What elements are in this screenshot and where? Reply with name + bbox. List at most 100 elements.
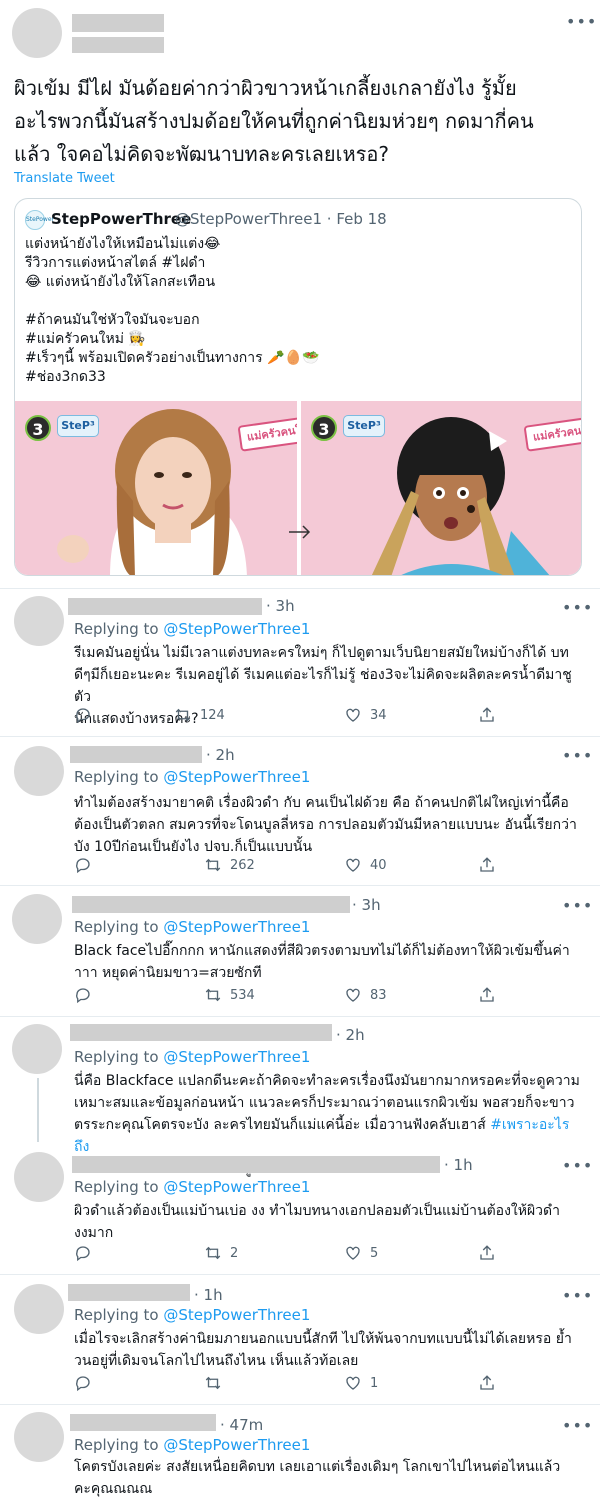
- author-handle-redacted[interactable]: [72, 37, 164, 53]
- quoted-hashtag-line[interactable]: #ถ้าคนมันใช่หัวใจมันจะบอก: [25, 311, 200, 329]
- thread-connector-line: [37, 1078, 39, 1142]
- reply-time[interactable]: · 2h: [336, 1026, 365, 1044]
- reply-actions: 534 83: [74, 986, 504, 1006]
- heart-icon[interactable]: 40: [344, 856, 387, 874]
- reply-text-line: วนอยู่ที่เดิมจนโลกไปไหนถึงไหน เห็นแล้วท้…: [74, 1353, 359, 1369]
- replying-handle-link[interactable]: @StepPowerThree1: [163, 620, 310, 638]
- quoted-avatar: StePower: [25, 210, 54, 230]
- divider: [0, 1404, 600, 1405]
- share-icon[interactable]: [478, 1244, 496, 1262]
- replying-to: Replying to @StepPowerThree1: [74, 768, 311, 786]
- reply-time[interactable]: · 1h: [194, 1286, 223, 1304]
- reply-time[interactable]: · 1h: [444, 1156, 473, 1174]
- reply-actions: 1: [74, 1374, 504, 1394]
- replying-handle-link[interactable]: @StepPowerThree1: [163, 1436, 310, 1454]
- divider: [0, 1016, 600, 1017]
- replying-to: Replying to @StepPowerThree1: [74, 1178, 311, 1196]
- more-horizontal-icon[interactable]: •••: [562, 600, 593, 616]
- reply-avatar[interactable]: [12, 894, 62, 944]
- replying-handle-link[interactable]: @StepPowerThree1: [163, 1048, 310, 1066]
- reply-avatar[interactable]: [14, 746, 64, 796]
- retweet-icon[interactable]: 2: [204, 1244, 238, 1262]
- reply-text: เมื่อไรจะเลิกสร้างค่านิยมภายนอกแบบนี้สัก…: [74, 1328, 584, 1372]
- reply-actions: 262 40: [74, 856, 504, 876]
- more-horizontal-icon[interactable]: •••: [566, 14, 597, 30]
- tweet-text-line: แล้ว ใจคอไม่คิดจะพัฒนาบทละครเลยเหรอ?: [14, 142, 390, 166]
- more-horizontal-icon[interactable]: •••: [562, 1158, 593, 1174]
- tweet-text: ผิวเข้ม มีไฝ มันด้อยค่ากว่าผิวขาวหน้าเกล…: [14, 72, 594, 171]
- reply-author-redacted[interactable]: [70, 1414, 216, 1431]
- reply-time[interactable]: · 3h: [266, 597, 295, 615]
- quoted-hashtag-line[interactable]: #ช่อง3กด33: [25, 368, 106, 386]
- more-horizontal-icon[interactable]: •••: [562, 748, 593, 764]
- quoted-text-line: รีวิวการแต่งหน้าสไตล์ #ไฝดำ: [25, 255, 206, 271]
- quoted-hashtag-line[interactable]: #แม่ครัวคนใหม่ 👩‍🍳: [25, 330, 146, 348]
- reply-text-line: ทำไมต้องสร้างมายาคติ เรื่องผิวดำ กับ คนเ…: [74, 795, 569, 811]
- like-count: 34: [370, 707, 387, 723]
- reply-author-redacted[interactable]: [70, 1024, 332, 1041]
- quoted-tweet-card[interactable]: StePower StepPowerThree @StepPowerThree1…: [14, 198, 582, 576]
- retweet-icon[interactable]: [204, 1374, 222, 1392]
- replying-to: Replying to @StepPowerThree1: [74, 1436, 311, 1454]
- reply-text: โคตรบังเลยค่ะ สงสัยเหนื่อยคิดบท เลยเอาแต…: [74, 1456, 584, 1500]
- replying-handle-link[interactable]: @StepPowerThree1: [163, 768, 310, 786]
- share-icon[interactable]: [478, 986, 496, 1004]
- retweet-count: 534: [230, 987, 255, 1003]
- media-image-left[interactable]: 3 SteP³ แม่ครัวคนใ: [15, 401, 297, 575]
- replying-to: Replying to @StepPowerThree1: [74, 620, 311, 638]
- retweet-icon[interactable]: 534: [204, 986, 255, 1004]
- share-icon[interactable]: [478, 706, 496, 724]
- quoted-media[interactable]: 3 SteP³ แม่ครัวคนใ 3 SteP³ แม่ครัวคนใ: [15, 401, 581, 575]
- quoted-hashtag-line[interactable]: #เร็วๆนี้ พร้อมเปิดครัวอย่างเป็นทางการ 🥕…: [25, 349, 319, 367]
- reply-avatar[interactable]: [14, 1284, 64, 1334]
- replying-handle-link[interactable]: @StepPowerThree1: [163, 918, 310, 936]
- reply-author-redacted[interactable]: [72, 896, 350, 913]
- reply-text-line: คะคุณณณณ: [74, 1481, 153, 1497]
- reply-author-redacted[interactable]: [70, 746, 202, 763]
- heart-icon[interactable]: 5: [344, 1244, 378, 1262]
- retweet-icon[interactable]: 262: [204, 856, 255, 874]
- reply-icon[interactable]: [74, 1374, 92, 1392]
- retweet-count: 262: [230, 857, 255, 873]
- more-horizontal-icon[interactable]: •••: [562, 1288, 593, 1304]
- quoted-text-line: แต่งหน้ายังไงให้เหมือนไม่แต่ง😂: [25, 236, 221, 252]
- reply-avatar[interactable]: [14, 1412, 64, 1462]
- reply-text-line: ดีๆมีก็เยอะนะคะ รีเมคอยู่ได้ รีเมคแต่อะไ…: [74, 667, 572, 705]
- reply-author-redacted[interactable]: [68, 1284, 190, 1301]
- replying-to: Replying to @StepPowerThree1: [74, 918, 311, 936]
- retweet-icon[interactable]: 124: [174, 706, 225, 724]
- reply-time[interactable]: · 2h: [206, 746, 235, 764]
- reply-icon[interactable]: [74, 856, 92, 874]
- more-horizontal-icon[interactable]: •••: [562, 1418, 593, 1434]
- heart-icon[interactable]: 34: [344, 706, 387, 724]
- reply-avatar[interactable]: [14, 596, 64, 646]
- author-name-redacted[interactable]: [72, 14, 164, 32]
- author-avatar[interactable]: [12, 8, 62, 58]
- heart-icon[interactable]: 83: [344, 986, 387, 1004]
- reply-text-line: บัง 10ปีก่อนเป็นยังไง ปจบ.ก็เป็นแบบนั้น: [74, 839, 313, 855]
- reply-avatar[interactable]: [12, 1024, 62, 1074]
- quoted-handle-date: @StepPowerThree1 · Feb 18: [175, 210, 387, 228]
- more-horizontal-icon[interactable]: •••: [562, 898, 593, 914]
- share-icon[interactable]: [478, 1374, 496, 1392]
- reply-icon[interactable]: [74, 706, 92, 724]
- reply-author-redacted[interactable]: [68, 598, 262, 615]
- like-count: 5: [370, 1245, 379, 1261]
- reply-icon[interactable]: [74, 986, 92, 1004]
- divider: [0, 885, 600, 886]
- reply-time[interactable]: · 3h: [352, 896, 381, 914]
- reply-icon[interactable]: [74, 1244, 92, 1262]
- reply-time[interactable]: · 47m: [220, 1416, 263, 1434]
- media-image-right[interactable]: 3 SteP³ แม่ครัวคนใ: [301, 401, 581, 575]
- woman-portrait-illustration: [57, 409, 247, 575]
- reply-avatar[interactable]: [14, 1152, 64, 1202]
- translate-tweet-link[interactable]: Translate Tweet: [14, 171, 115, 186]
- heart-icon[interactable]: 1: [344, 1374, 378, 1392]
- replying-handle-link[interactable]: @StepPowerThree1: [163, 1178, 310, 1196]
- replying-handle-link[interactable]: @StepPowerThree1: [163, 1306, 310, 1324]
- reply-text-line: ต้องเป็นตัวตลก สมควรที่จะโดนบูลลี่หรอ กา…: [74, 817, 577, 833]
- like-count: 1: [370, 1375, 379, 1391]
- reply-author-redacted[interactable]: [72, 1156, 440, 1173]
- reply-text-line: าาา หยุดค่านิยมขาว=สวยซักที: [74, 965, 262, 981]
- share-icon[interactable]: [478, 856, 496, 874]
